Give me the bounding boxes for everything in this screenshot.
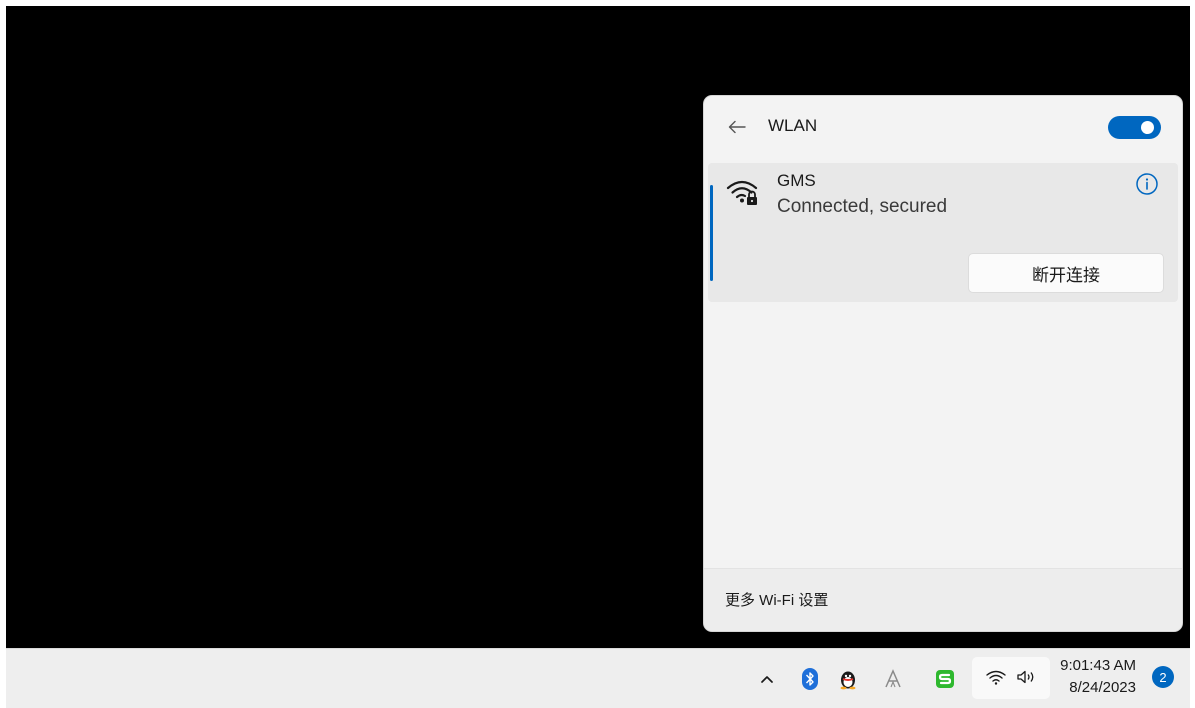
wlan-footer: 更多 Wi-Fi 设置 xyxy=(704,568,1182,631)
bluetooth-icon xyxy=(802,667,818,690)
chevron-up-icon xyxy=(761,675,773,683)
selection-indicator xyxy=(710,185,713,281)
taskbar: 9:01:43 AM 8/24/2023 2 xyxy=(6,648,1190,708)
info-icon[interactable] xyxy=(1135,172,1159,196)
network-volume-button[interactable] xyxy=(972,657,1050,699)
qq-tray-button[interactable] xyxy=(833,649,863,708)
back-button[interactable] xyxy=(722,114,752,140)
wlan-flyout: WLAN GMS Connected, secured 断开连接 更多 Wi-F… xyxy=(704,96,1182,631)
clock-button[interactable]: 9:01:43 AM 8/24/2023 xyxy=(1054,657,1150,701)
bluetooth-tray-button[interactable] xyxy=(795,649,825,708)
clock-date: 8/24/2023 xyxy=(1069,679,1136,696)
network-status: Connected, secured xyxy=(777,196,948,217)
arrow-left-icon xyxy=(728,120,746,134)
wlan-header: WLAN xyxy=(704,96,1182,162)
wlan-title: WLAN xyxy=(768,116,818,135)
network-name: GMS xyxy=(777,171,816,190)
sogou-tray-button[interactable] xyxy=(930,649,960,708)
font-a-icon xyxy=(885,668,901,687)
network-item-gms[interactable]: GMS Connected, secured 断开连接 xyxy=(708,163,1178,302)
font-tray-button[interactable] xyxy=(878,649,908,708)
notification-badge[interactable]: 2 xyxy=(1152,666,1174,688)
disconnect-button[interactable]: 断开连接 xyxy=(968,253,1164,293)
toggle-knob xyxy=(1141,121,1154,134)
show-hidden-icons-button[interactable] xyxy=(752,649,782,708)
more-wifi-settings-link[interactable]: 更多 Wi-Fi 设置 xyxy=(725,589,828,610)
sogou-s-icon xyxy=(936,669,954,688)
wifi-secured-icon xyxy=(726,180,758,205)
qq-icon xyxy=(840,671,856,689)
wlan-toggle[interactable] xyxy=(1108,116,1161,139)
wifi-icon xyxy=(986,670,1006,685)
volume-icon xyxy=(1017,670,1034,684)
clock-time: 9:01:43 AM xyxy=(1060,657,1136,674)
